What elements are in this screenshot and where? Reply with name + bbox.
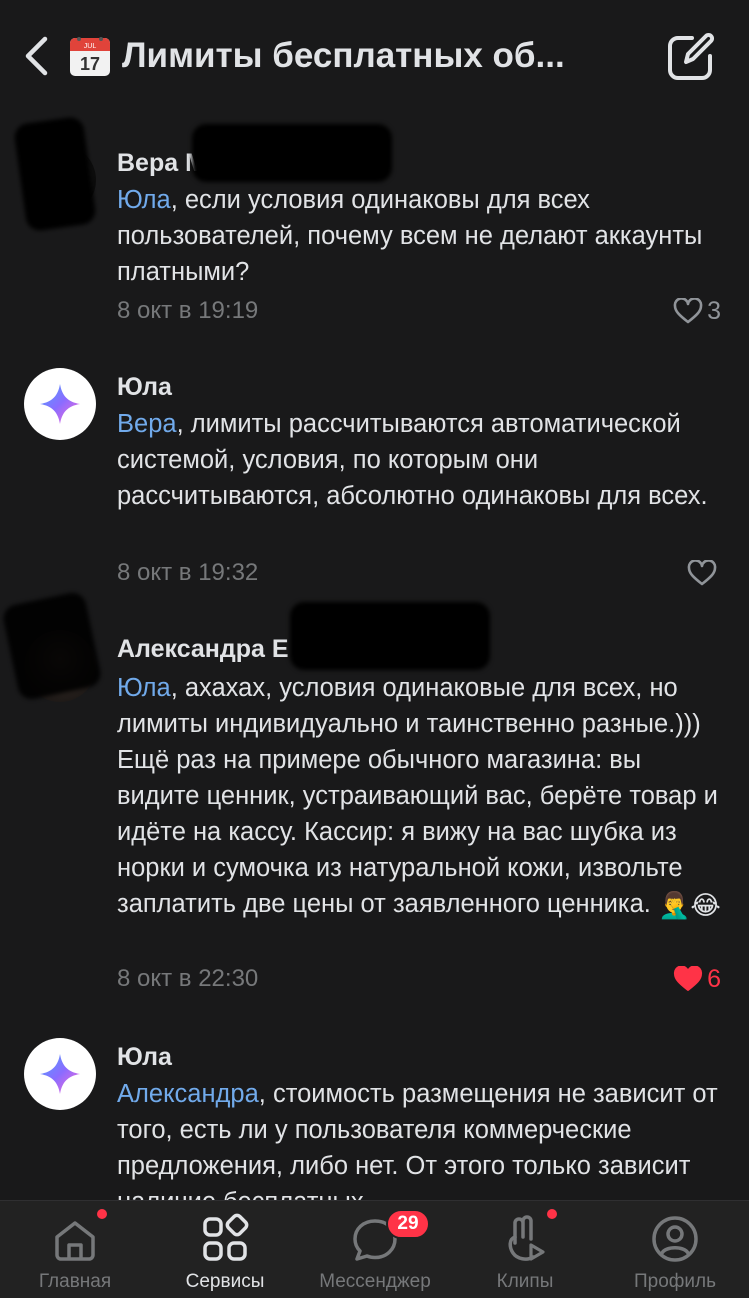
notification-dot <box>547 1209 557 1219</box>
home-icon <box>55 1221 95 1261</box>
tab-home[interactable]: Главная <box>0 1201 150 1298</box>
comment-item: Александра Е Юла, ахахах, условия одинак… <box>0 590 749 1030</box>
tab-services[interactable]: Сервисы <box>150 1201 300 1298</box>
avatar[interactable] <box>24 1038 96 1110</box>
heart-icon <box>673 298 703 324</box>
services-icon <box>203 1213 249 1261</box>
redaction-mark <box>290 602 490 670</box>
tab-clips[interactable]: Клипы <box>450 1201 600 1298</box>
laughing-emoji: 😂 <box>690 890 721 920</box>
comment-text: Вера, лимиты рассчитываются автоматическ… <box>117 410 708 510</box>
header: JUL 17 Лимиты бесплатных об... <box>0 0 749 112</box>
tab-label: Сервисы <box>185 1271 265 1292</box>
like-button[interactable]: 3 <box>673 296 721 326</box>
svg-text:JUL: JUL <box>84 43 97 50</box>
chevron-left-icon <box>25 36 48 76</box>
edit-button[interactable] <box>664 32 716 84</box>
mention-link[interactable]: Юла <box>117 674 171 702</box>
comment-text: Александра, стоимость размещения не зави… <box>117 1080 718 1200</box>
unread-badge: 29 <box>386 1209 430 1239</box>
tab-label: Мессенджер <box>319 1271 431 1292</box>
page-title: Лимиты бесплатных об... <box>122 36 565 75</box>
tab-profile[interactable]: Профиль <box>600 1201 749 1298</box>
comment-text: Юла, если условия одинаковы для всех пол… <box>117 186 703 286</box>
comment-item: Вера М Юла, если условия одинаковы для в… <box>0 112 749 342</box>
comment-author[interactable]: Юла <box>117 372 172 402</box>
bottom-tab-bar: Главная Сервисы 29 Мессенджер Клипы Проф… <box>0 1200 749 1298</box>
tab-label: Профиль <box>633 1271 717 1292</box>
like-button[interactable]: 6 <box>673 964 721 994</box>
sparkle-logo-icon <box>40 384 80 424</box>
facepalm-emoji: 🤦‍♂️ <box>658 890 691 920</box>
clips-icon <box>508 1215 545 1261</box>
redaction-mark <box>192 124 392 182</box>
like-button[interactable] <box>687 558 721 588</box>
comment-item: Юла Александра, стоимость размещения не … <box>0 1030 749 1200</box>
comment-author[interactable]: Александра Е <box>117 634 289 664</box>
tab-label: Главная <box>38 1271 112 1292</box>
back-button[interactable] <box>18 34 54 78</box>
heart-icon <box>687 560 717 586</box>
tab-label: Клипы <box>496 1271 554 1292</box>
like-count: 3 <box>707 296 721 325</box>
edit-icon <box>668 33 714 80</box>
comments-feed: Вера М Юла, если условия одинаковы для в… <box>0 112 749 1200</box>
comment-time: 8 окт в 22:30 <box>117 965 259 992</box>
comment-author[interactable]: Юла <box>117 1042 172 1072</box>
comment-text: Юла, ахахах, условия одинаковые для всех… <box>117 674 721 920</box>
sparkle-logo-icon <box>40 1054 80 1094</box>
mention-link[interactable]: Юла <box>117 186 171 214</box>
avatar[interactable] <box>24 368 96 440</box>
tab-messenger[interactable]: 29 Мессенджер <box>300 1201 450 1298</box>
screen: JUL 17 Лимиты бесплатных об... Вера М Юл… <box>0 0 749 1298</box>
comment-time: 8 окт в 19:32 <box>117 559 259 586</box>
comment-time: 8 окт в 19:19 <box>117 297 259 324</box>
heart-filled-icon <box>674 966 703 991</box>
mention-link[interactable]: Александра <box>117 1080 259 1108</box>
notification-dot <box>97 1209 107 1219</box>
like-count: 6 <box>707 964 721 993</box>
calendar-icon: JUL 17 <box>68 34 112 78</box>
redaction-mark <box>12 115 98 233</box>
comment-item: Юла Вера, лимиты рассчитываются автомати… <box>0 360 749 610</box>
svg-text:17: 17 <box>80 54 100 74</box>
profile-icon <box>652 1216 698 1262</box>
mention-link[interactable]: Вера <box>117 410 177 438</box>
